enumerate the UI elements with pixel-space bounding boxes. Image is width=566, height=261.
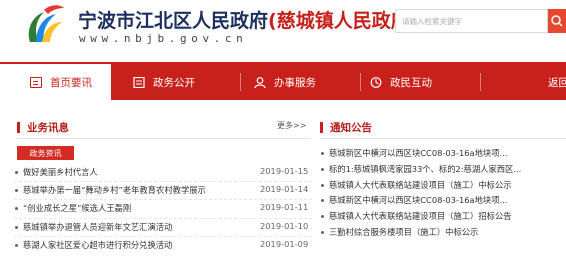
- list-item-title[interactable]: 三勤村综合服务楼项目（施工）中标公示: [329, 226, 478, 238]
- list-item-date: 2019-01-11: [260, 202, 309, 213]
- bullet: [321, 152, 324, 155]
- nav-divider: [360, 73, 361, 91]
- nav-item-home-news[interactable]: 首页要讯: [0, 64, 111, 100]
- list-item-title[interactable]: 慈城新区中横河以西区块CC08-03-16a地块项...: [329, 194, 507, 206]
- public-affairs-icon: [133, 76, 145, 88]
- site-url: www.nbjb.gov.cn: [79, 32, 248, 45]
- search-button[interactable]: [548, 9, 566, 33]
- bullet: [15, 189, 18, 193]
- divider: [320, 138, 566, 139]
- nav-divider: [480, 73, 481, 91]
- business-news-header: 业务讯息: [17, 120, 310, 136]
- bullet: [321, 215, 324, 219]
- announcements-title: 通知公告: [330, 122, 372, 134]
- nav-item-label: 首页要讯: [50, 76, 92, 89]
- main-nav: 首页要讯 政务公开 办事服务 政民互动 返回: [0, 62, 566, 100]
- bullet: [321, 183, 324, 187]
- list-item-date: 2019-01-14: [260, 184, 309, 195]
- nav-item-label: 政民互动: [390, 76, 432, 89]
- home-news-icon: [30, 76, 42, 88]
- list-item-title[interactable]: 慈城举办第一届“舞动乡村”老年教育农村教学展示: [23, 184, 206, 196]
- bullet: [321, 167, 324, 171]
- list-item-date: 2019-01-09: [260, 238, 309, 249]
- nav-item-label: 返回: [548, 76, 566, 89]
- category-tag[interactable]: 政务资讯: [17, 146, 74, 160]
- nav-item-label: 办事服务: [274, 76, 316, 89]
- list-item-title[interactable]: “创业成长之星”候选人王磊刚: [23, 202, 131, 214]
- nav-item-services[interactable]: 办事服务: [254, 64, 316, 100]
- list-item-title[interactable]: 标的1:慈城镇枫湾家园33个、标的2:慈湖人家西区...: [329, 163, 521, 175]
- divider: [17, 138, 310, 139]
- list-item[interactable]: “创业成长之星”候选人王磊刚 2019-01-11: [12, 200, 312, 219]
- section-marker: [17, 122, 20, 133]
- section-marker: [320, 122, 323, 133]
- nav-divider: [240, 73, 241, 91]
- announcements-list: 慈城新区中横河以西区块CC08-03-16a地块项... 标的1:慈城镇枫湾家园…: [320, 146, 566, 241]
- list-item[interactable]: 慈湖人家社区爱心超市进行积分兑换活动 2019-01-09: [12, 237, 312, 255]
- bullet: [15, 171, 18, 174]
- nav-item-label: 政务公开: [153, 76, 195, 89]
- list-item[interactable]: 三勤村综合服务楼项目（施工）中标公示: [320, 225, 566, 241]
- site-title[interactable]: 宁波市江北区人民政府(慈城镇人民政府): [78, 6, 418, 33]
- list-item[interactable]: 慈城镇人大代表联络站建设项目（施工）招标公告: [320, 209, 566, 225]
- search-icon: [551, 15, 563, 27]
- interaction-icon: [370, 76, 382, 88]
- bullet: [15, 225, 18, 229]
- list-item[interactable]: 慈城镇举办退管人员迎新年文艺汇演活动 2019-01-10: [12, 219, 312, 237]
- business-news-list: 做好美丽乡村代言人 2019-01-15 慈城举办第一届“舞动乡村”老年教育农村…: [12, 164, 312, 255]
- logo-emblem-icon[interactable]: [22, 2, 68, 48]
- search-input[interactable]: [396, 10, 546, 32]
- list-item[interactable]: 慈城举办第一届“舞动乡村”老年教育农村教学展示 2019-01-14: [12, 182, 312, 201]
- announcements-header: 通知公告: [320, 120, 550, 136]
- more-link[interactable]: 更多>>: [277, 120, 306, 131]
- list-item-title[interactable]: 慈湖人家社区爱心超市进行积分兑换活动: [23, 239, 172, 251]
- list-item-title[interactable]: 慈城镇人大代表联络站建设项目（施工）中标公示: [329, 179, 512, 191]
- list-item-date: 2019-01-10: [260, 220, 309, 231]
- list-item[interactable]: 慈城新区中横河以西区块CC08-03-16a地块项...: [320, 193, 566, 209]
- search-box: [395, 9, 548, 33]
- nav-item-back[interactable]: 返回: [548, 64, 566, 100]
- bullet: [321, 199, 324, 203]
- business-news-title: 业务讯息: [27, 122, 69, 134]
- list-item[interactable]: 标的1:慈城镇枫湾家园33个、标的2:慈湖人家西区...: [320, 162, 566, 178]
- list-item-title[interactable]: 慈城镇人大代表联络站建设项目（施工）招标公告: [329, 210, 512, 222]
- site-title-main: 宁波市江北区人民政府: [78, 10, 269, 32]
- list-item-date: 2019-01-15: [260, 166, 309, 176]
- list-item-title[interactable]: 慈城镇举办退管人员迎新年文艺汇演活动: [23, 221, 172, 233]
- bullet: [15, 207, 18, 211]
- nav-item-public-affairs[interactable]: 政务公开: [133, 64, 195, 100]
- list-item[interactable]: 慈城镇人大代表联络站建设项目（施工）中标公示: [320, 178, 566, 194]
- services-icon: [254, 76, 266, 88]
- site-header: 宁波市江北区人民政府(慈城镇人民政府) www.nbjb.gov.cn: [0, 0, 566, 62]
- bullet: [321, 230, 324, 234]
- list-item[interactable]: 做好美丽乡村代言人 2019-01-15: [12, 164, 312, 183]
- nav-item-interaction[interactable]: 政民互动: [370, 64, 432, 100]
- list-item-title[interactable]: 慈城新区中横河以西区块CC08-03-16a地块项...: [329, 147, 507, 159]
- list-item-title[interactable]: 做好美丽乡村代言人: [23, 166, 98, 178]
- list-item[interactable]: 慈城新区中横河以西区块CC08-03-16a地块项...: [320, 146, 566, 162]
- bullet: [15, 243, 18, 247]
